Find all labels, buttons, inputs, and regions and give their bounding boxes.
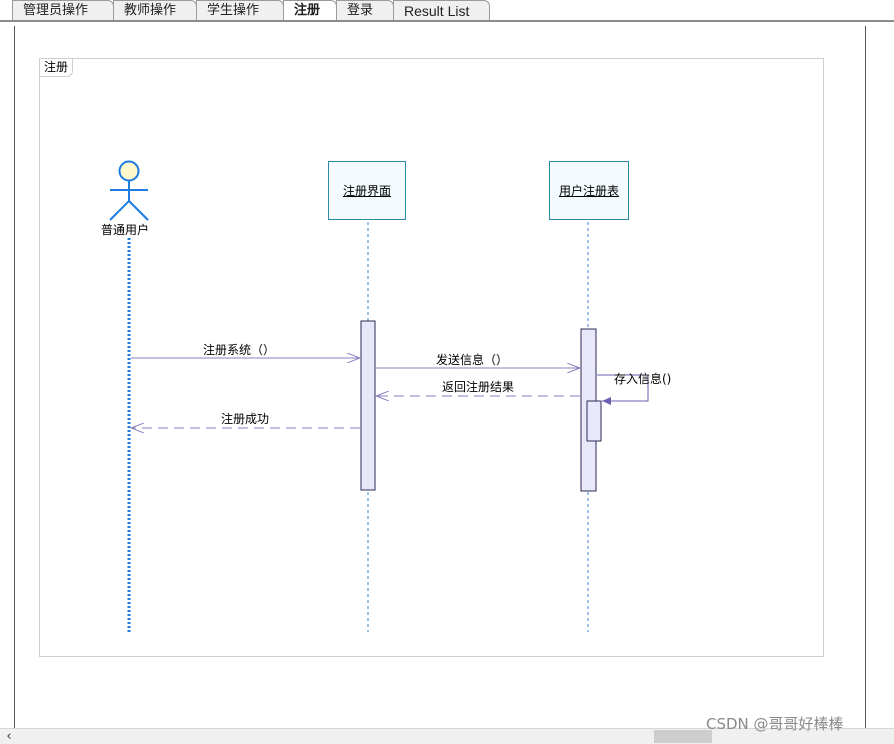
scroll-left-arrow-icon[interactable]: ‹ — [2, 729, 16, 744]
message-register-system-label: 注册系统（） — [203, 343, 276, 357]
scrollbar-thumb[interactable] — [654, 730, 712, 743]
message-return-result-label: 返回注册结果 — [442, 380, 515, 394]
watermark: CSDN @哥哥好棒棒 — [706, 715, 844, 733]
lifeline-user-table-label: 用户注册表 — [558, 184, 619, 198]
message-send-info-label: 发送信息（） — [436, 353, 509, 367]
message-register-success-label: 注册成功 — [221, 412, 270, 426]
actor-icon[interactable] — [109, 160, 149, 221]
lifeline-user-table[interactable]: 用户注册表 — [549, 161, 629, 220]
actor-label: 普通用户 — [101, 223, 150, 237]
lifeline-register-ui-label: 注册界面 — [342, 184, 391, 198]
lifeline-register-ui[interactable]: 注册界面 — [328, 161, 406, 220]
register-ui-activation[interactable] — [360, 320, 376, 491]
message-store-info-label: 存入信息() — [614, 372, 672, 386]
self-call-activation[interactable] — [586, 400, 602, 442]
sequence-diagram — [109, 160, 649, 632]
